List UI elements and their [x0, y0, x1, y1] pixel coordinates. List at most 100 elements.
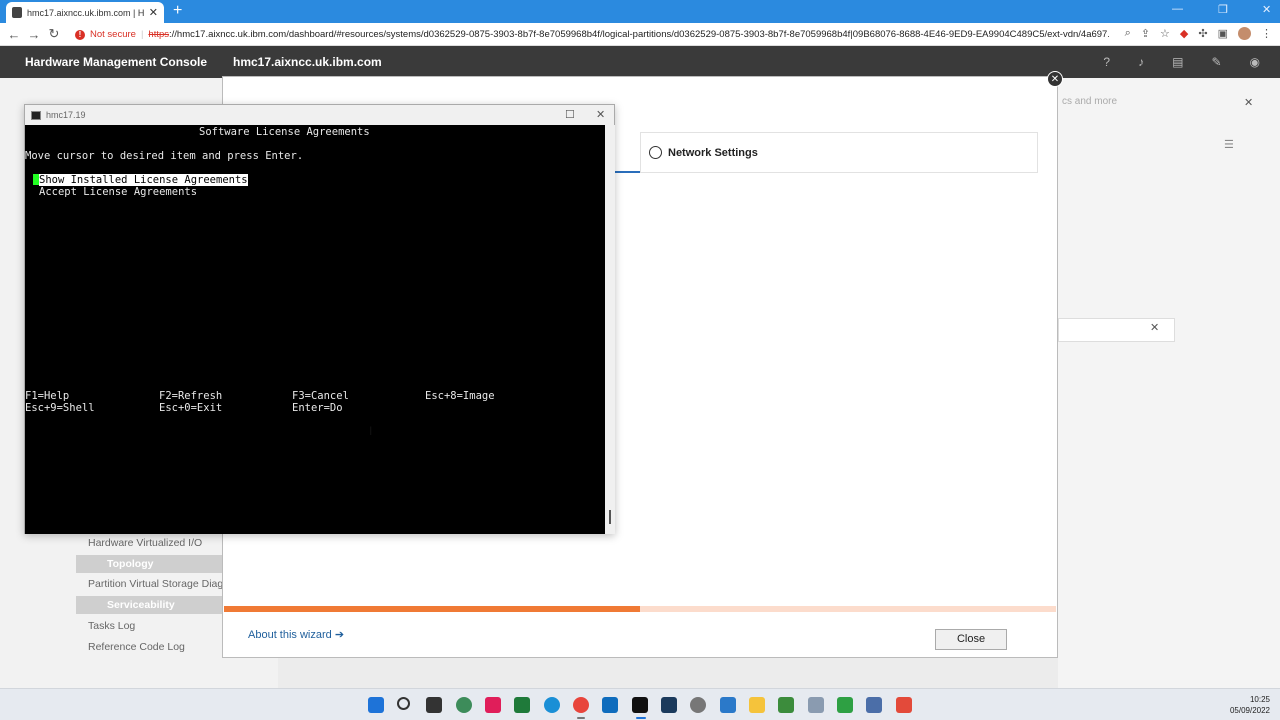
clock-date: 05/09/2022: [1229, 706, 1270, 715]
menu-item-accept-licenses[interactable]: Accept License Agreements: [39, 186, 197, 198]
zoom-icon[interactable]: ⌕: [1125, 27, 1131, 40]
modal-close-icon[interactable]: ✕: [1047, 71, 1063, 87]
settings-gear-icon[interactable]: [690, 697, 706, 713]
window-minimize-button[interactable]: —: [1172, 3, 1183, 15]
hmc-hostname: hmc17.aixncc.uk.ibm.com: [233, 55, 382, 69]
sidebar-section-serviceability[interactable]: Serviceability: [76, 596, 224, 614]
notepad-icon[interactable]: [778, 697, 794, 713]
terminal-icon: [31, 110, 41, 120]
wizard-progress-bar: [224, 606, 1056, 612]
browser-menu-icon[interactable]: ⋮: [1261, 27, 1272, 40]
terminal-maximize-button[interactable]: ☐: [565, 108, 575, 121]
terminal-titlebar: hmc17.19: [25, 105, 614, 125]
clock-time: 10:25: [1249, 695, 1270, 704]
bookmark-star-icon[interactable]: ☆: [1160, 27, 1170, 40]
background-close-icon[interactable]: ✕: [1244, 96, 1253, 109]
key-f3-cancel: F3=Cancel: [292, 390, 349, 402]
sidebar-item-tasks-log[interactable]: Tasks Log: [88, 620, 135, 632]
notifications-bell-icon[interactable]: ♪: [1138, 55, 1144, 69]
background-panel-close-icon[interactable]: ✕: [1150, 321, 1159, 334]
hmc-header: Hardware Management Console hmc17.aixncc…: [0, 46, 1280, 78]
app-chart-icon[interactable]: [808, 697, 824, 713]
user-account-icon[interactable]: ◉: [1250, 55, 1260, 69]
tab-title: hmc17.aixncc.uk.ibm.com | Hard: [27, 7, 144, 18]
app-window-icon[interactable]: [720, 697, 736, 713]
about-wizard-link[interactable]: About this wizard ➔: [248, 628, 344, 641]
extension-icon[interactable]: ◆: [1180, 27, 1188, 40]
terminal-screen[interactable]: Software License Agreements Move cursor …: [25, 125, 605, 534]
browser-tab[interactable]: hmc17.aixncc.uk.ibm.com | Hard ✕: [6, 2, 164, 23]
slack-icon[interactable]: [485, 697, 501, 713]
header-icons: ? ♪ ▤ ✎ ◉: [1103, 55, 1260, 69]
step-radio-icon[interactable]: [649, 146, 662, 159]
start-menu-icon[interactable]: [368, 697, 384, 713]
terminal-scrollbar-thumb[interactable]: [609, 510, 611, 524]
new-tab-button[interactable]: +: [173, 2, 182, 20]
app-green-icon[interactable]: [456, 697, 472, 713]
url-text: ://hmc17.aixncc.uk.ibm.com/dashboard/#re…: [169, 29, 1110, 40]
browser-tab-strip: hmc17.aixncc.uk.ibm.com | Hard ✕ + — ❐ ✕: [0, 0, 1280, 23]
arrow-right-icon: ➔: [334, 629, 345, 641]
file-explorer-icon[interactable]: [749, 697, 765, 713]
profile-avatar[interactable]: [1238, 27, 1251, 40]
key-f2-refresh: F2=Refresh: [159, 390, 223, 402]
browser-toolbar-icons: ⌕ ⇪ ☆ ◆ ✣ ▣ ⋮: [1125, 27, 1272, 40]
mouse-ibeam-cursor: I: [369, 424, 373, 438]
sidebar-item-reference-code-log[interactable]: Reference Code Log: [88, 641, 185, 653]
search-icon[interactable]: [397, 697, 410, 710]
extensions-puzzle-icon[interactable]: ✣: [1198, 27, 1207, 40]
system-clock[interactable]: 10:25 05/09/2022: [1230, 694, 1270, 716]
chrome-browser-icon[interactable]: [573, 697, 589, 713]
background-hint-text: cs and more: [1062, 96, 1118, 107]
tasks-clipboard-icon[interactable]: ▤: [1172, 55, 1183, 69]
filter-icon[interactable]: ☰: [1224, 138, 1234, 151]
wizard-progress-fill: [224, 606, 640, 612]
share-icon[interactable]: ⇪: [1141, 27, 1150, 40]
tools-wrench-icon[interactable]: ✎: [1211, 55, 1221, 69]
edge-browser-icon[interactable]: [544, 697, 560, 713]
back-button[interactable]: ←: [4, 27, 24, 42]
not-secure-label[interactable]: Not secure: [90, 29, 136, 40]
site-favicon-icon: [12, 7, 22, 18]
app-title: Hardware Management Console: [25, 55, 208, 69]
window-restore-button[interactable]: ❐: [1218, 3, 1228, 16]
terminal-window: hmc17.19 ☐ ✕ Software License Agreements…: [24, 104, 615, 534]
terminal-instruction: Move cursor to desired item and press En…: [25, 150, 304, 162]
vnc-icon[interactable]: [661, 697, 677, 713]
app-c-red-icon[interactable]: [896, 697, 912, 713]
close-button[interactable]: Close: [935, 629, 1007, 650]
wizard-step-network-settings[interactable]: Network Settings: [640, 132, 1038, 173]
terminal-heading: Software License Agreements: [199, 126, 370, 138]
side-panel-icon[interactable]: ▣: [1218, 27, 1228, 40]
terminal-scrollbar[interactable]: [605, 125, 615, 534]
help-icon[interactable]: ?: [1103, 55, 1110, 69]
key-enter-do: Enter=Do: [292, 402, 343, 414]
browser-toolbar: ← → ↻ ! Not secure | https ://hmc17.aixn…: [0, 23, 1280, 46]
reload-button[interactable]: ↻: [44, 26, 64, 42]
url-scheme: https: [148, 29, 170, 40]
terminal-app-icon[interactable]: [632, 697, 648, 713]
step-label: Network Settings: [668, 146, 758, 159]
window-close-button[interactable]: ✕: [1262, 3, 1271, 16]
windows-taskbar: 10:25 05/09/2022: [0, 688, 1280, 720]
calculator-icon[interactable]: [866, 697, 882, 713]
chrome-active-indicator: [577, 717, 585, 719]
sidebar-item-hardware-virtualized-io[interactable]: Hardware Virtualized I/O: [88, 537, 202, 549]
forward-button[interactable]: →: [24, 27, 44, 42]
tab-close-icon[interactable]: ✕: [149, 6, 158, 19]
address-bar[interactable]: ! Not secure | https ://hmc17.aixncc.uk.…: [75, 26, 1125, 43]
app-terminal-green-icon[interactable]: [514, 697, 530, 713]
outlook-icon[interactable]: [602, 697, 618, 713]
menu-item-show-licenses-label: Show Installed License Agreements: [39, 174, 248, 186]
menu-item-show-licenses[interactable]: Show Installed License Agreements: [33, 174, 248, 186]
sidebar-item-partition-storage[interactable]: Partition Virtual Storage Diagr: [88, 578, 227, 590]
sidebar-section-topology[interactable]: Topology: [76, 555, 224, 573]
key-esc8-image: Esc+8=Image: [425, 390, 495, 402]
key-esc9-shell: Esc+9=Shell: [25, 402, 95, 414]
task-view-icon[interactable]: [426, 697, 442, 713]
app-c-green-icon[interactable]: [837, 697, 853, 713]
security-warning-icon: !: [75, 29, 85, 40]
active-step-indicator: [614, 171, 640, 173]
terminal-active-indicator: [636, 717, 646, 719]
terminal-close-button[interactable]: ✕: [596, 108, 605, 121]
